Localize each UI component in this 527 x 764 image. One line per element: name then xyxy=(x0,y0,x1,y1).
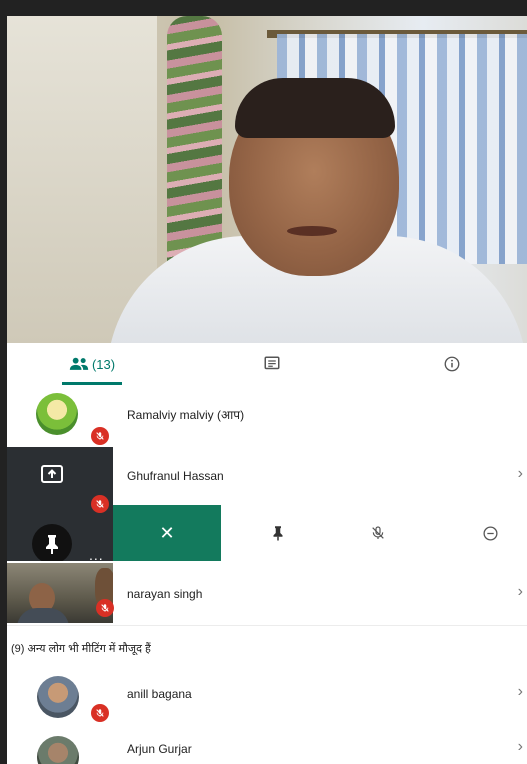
pin-participant-button[interactable] xyxy=(258,505,298,561)
avatar xyxy=(37,676,79,718)
chevron-right-icon: › xyxy=(517,738,523,755)
mute-participant-button[interactable] xyxy=(358,505,398,561)
avatar xyxy=(37,736,79,764)
tab-info[interactable] xyxy=(432,343,472,385)
participant-video-thumb xyxy=(7,563,113,623)
participant-name: narayan singh xyxy=(127,587,203,601)
panel-tabs: (13) xyxy=(7,343,527,386)
chat-icon xyxy=(264,356,280,370)
close-icon: ✕ xyxy=(159,522,175,543)
app-frame: (13) Ramalviy malviy (आप) Ghufranul Hass… xyxy=(0,0,527,764)
tab-chat[interactable] xyxy=(252,343,292,385)
tab-people[interactable]: (13) xyxy=(62,343,122,385)
mic-muted-icon xyxy=(96,599,114,617)
speaker-mouth xyxy=(287,226,337,236)
participant-row[interactable]: narayan singh › xyxy=(7,561,527,626)
participant-name: Ghufranul Hassan xyxy=(127,469,224,483)
pin-button[interactable] xyxy=(32,524,72,564)
people-icon xyxy=(69,357,89,370)
mic-muted-icon xyxy=(91,427,109,445)
chevron-right-icon: › xyxy=(517,465,523,482)
mic-off-icon xyxy=(372,526,384,539)
avatar xyxy=(36,393,78,435)
participant-row[interactable]: Ramalviy malviy (आप) xyxy=(7,385,527,448)
info-icon xyxy=(444,356,460,372)
pin-icon xyxy=(46,535,58,554)
speaker-hair xyxy=(235,78,395,138)
participant-row[interactable]: Arjun Gurjar › xyxy=(7,726,527,764)
meet-screen: (13) Ramalviy malviy (आप) Ghufranul Hass… xyxy=(7,16,527,764)
presenter-tile: ... xyxy=(7,447,113,577)
main-video[interactable] xyxy=(7,16,527,343)
pin-icon xyxy=(273,526,283,541)
participant-name: Arjun Gurjar xyxy=(127,742,192,756)
people-count: (13) xyxy=(91,356,116,372)
chevron-right-icon: › xyxy=(517,683,523,700)
remove-participant-button[interactable] xyxy=(470,505,510,561)
mic-muted-icon xyxy=(91,495,109,513)
others-heading: (9) अन्य लोग भी मीटिंग में मौजूद हैं xyxy=(11,643,151,655)
remove-circle-icon xyxy=(482,525,498,541)
participant-row[interactable]: anill bagana › xyxy=(7,666,527,727)
close-actions-button[interactable]: ✕ xyxy=(113,505,221,561)
present-screen-icon[interactable] xyxy=(40,463,64,487)
chevron-right-icon: › xyxy=(517,583,523,600)
participant-name: Ramalviy malviy (आप) xyxy=(127,408,245,422)
participant-action-bar: ✕ xyxy=(113,505,527,561)
mic-muted-icon xyxy=(91,704,109,722)
participant-name: anill bagana xyxy=(127,687,192,701)
